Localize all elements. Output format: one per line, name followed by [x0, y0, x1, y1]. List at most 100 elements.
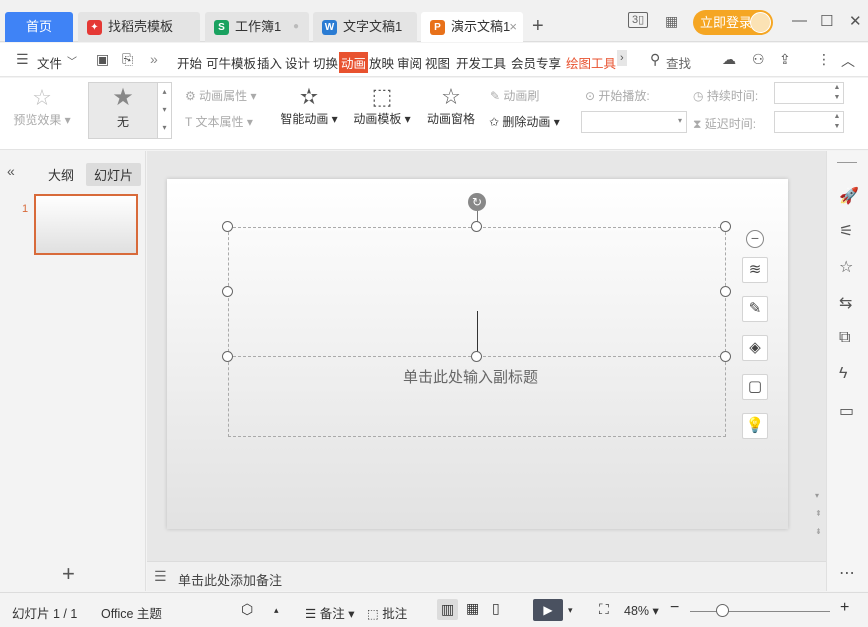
animation-brush-button[interactable]: ✎ 动画刷 — [490, 87, 539, 104]
zoom-slider-thumb[interactable] — [716, 604, 729, 617]
menu-file[interactable]: 文件 — [37, 53, 62, 72]
animation-template-button[interactable]: ⬚ 动画模板 ▾ — [351, 84, 413, 127]
menu-review[interactable]: 审阅 — [397, 53, 422, 72]
preview-effect-button[interactable]: ☆ 预览效果 ▾ — [12, 85, 72, 128]
window-count-icon[interactable]: 3▯ — [628, 12, 649, 28]
tab-outline[interactable]: 大纲 — [40, 163, 82, 186]
notes-toggle-button[interactable]: ☰ 备注 ▾ — [305, 603, 354, 622]
zoom-out-button[interactable]: − — [670, 599, 679, 617]
resize-handle[interactable] — [720, 351, 731, 362]
delete-animation-button[interactable]: ✩ 删除动画 ▾ — [489, 113, 560, 130]
scroll-down-icon[interactable]: ▾ — [815, 491, 819, 500]
hamburger-icon[interactable]: ☰ — [16, 51, 29, 68]
expand-up-icon[interactable]: ▴ — [274, 605, 279, 616]
tab-presentation1[interactable]: P 演示文稿1 × — [421, 12, 523, 42]
play-options-icon[interactable]: ▾ — [568, 605, 573, 616]
normal-view-icon[interactable]: ▥ — [437, 599, 459, 620]
menu-slideshow[interactable]: 放映 — [369, 53, 394, 72]
resize-handle[interactable] — [471, 221, 482, 232]
menu-start[interactable]: 开始 — [177, 53, 202, 72]
search-icon[interactable]: ⚲ — [650, 51, 660, 68]
tab-workbook1[interactable]: S 工作簿1 ● — [205, 12, 309, 42]
cube-icon[interactable]: ⬡ — [241, 601, 253, 618]
more-icon[interactable]: ⋯ — [839, 563, 855, 583]
subtitle-placeholder-text[interactable]: 单击此处输入副标题 — [403, 366, 538, 387]
maximize-icon[interactable]: ☐ — [820, 12, 833, 30]
menu-design[interactable]: 设计 — [285, 53, 310, 72]
save-icon[interactable]: ▣ — [96, 51, 109, 68]
collapse-panel-icon[interactable]: « — [7, 163, 15, 179]
delay-input[interactable]: ▲ ▼ — [774, 111, 844, 133]
menu-transitions[interactable]: 切换 — [313, 53, 338, 72]
minimize-icon[interactable]: — — [792, 12, 807, 29]
flash-icon[interactable]: ϟ — [839, 365, 847, 383]
magic-star-icon[interactable]: ☆ — [839, 257, 853, 277]
login-button[interactable]: 立即登录 — [693, 10, 773, 35]
zoom-in-button[interactable]: + — [840, 599, 849, 617]
more-options-icon[interactable]: ⋮ — [817, 51, 831, 68]
lightbulb-icon[interactable]: 💡 — [742, 413, 768, 439]
duration-spinner[interactable]: ▲ ▼ — [831, 83, 843, 103]
prev-slide-icon[interactable]: ⇞ — [815, 509, 822, 518]
close-tab-icon[interactable]: × — [509, 12, 517, 42]
tab-home[interactable]: 首页 — [5, 12, 73, 42]
menu-scroll-right-icon[interactable]: › — [617, 50, 627, 66]
add-slide-button[interactable]: + — [62, 561, 75, 587]
app-grid-icon[interactable]: ▦ — [665, 13, 678, 30]
menu-view[interactable]: 视图 — [425, 53, 450, 72]
tab-slides[interactable]: 幻灯片 — [86, 163, 142, 186]
animation-gallery[interactable]: ★ 无 — [88, 82, 158, 139]
switch-icon[interactable]: ⇆ — [839, 293, 852, 313]
share-icon[interactable]: ⇪ — [779, 51, 791, 68]
resize-handle[interactable] — [720, 286, 731, 297]
collapse-ribbon-icon[interactable]: ︿ — [841, 51, 855, 71]
notes-bar[interactable]: ☰ 单击此处添加备注 — [147, 561, 826, 591]
resize-handle[interactable] — [471, 351, 482, 362]
search-label[interactable]: 查找 — [666, 53, 691, 72]
notes-placeholder[interactable]: 单击此处添加备注 — [178, 570, 282, 589]
slide[interactable]: 单击此处输入副标题 ↻ − ≋ ✎ ◈ ▢ 💡 — [167, 179, 788, 529]
menu-animation[interactable]: 动画 — [339, 52, 369, 73]
tab-writer-doc1[interactable]: W 文字文稿1 — [313, 12, 417, 42]
menu-drawing-tools[interactable]: 绘图工具 — [566, 53, 616, 72]
pen-icon[interactable]: ✎ — [742, 296, 768, 322]
collapse-toolbar-icon[interactable]: − — [746, 230, 764, 248]
menu-developer[interactable]: 开发工具 — [456, 53, 506, 72]
resize-handle[interactable] — [222, 286, 233, 297]
cloud-sync-icon[interactable]: ☁ — [722, 51, 736, 68]
book-search-icon[interactable]: ▭ — [839, 401, 854, 421]
start-play-select[interactable]: ▾ — [581, 111, 687, 133]
gallery-scroll[interactable]: ▴ ▾ ▾ — [158, 82, 172, 139]
fill-bucket-icon[interactable]: ◈ — [742, 335, 768, 361]
animation-pane-button[interactable]: ☆ 动画窗格 — [424, 84, 478, 127]
zoom-level[interactable]: 48% ▾ — [624, 603, 659, 618]
duration-input[interactable]: ▲ ▼ — [774, 82, 844, 104]
resize-handle[interactable] — [222, 351, 233, 362]
text-properties-button[interactable]: T 文本属性 ▾ — [185, 113, 253, 130]
play-slideshow-button[interactable]: ▶ — [533, 599, 563, 621]
gallery-icon[interactable]: ⧉ — [839, 329, 850, 347]
export-pdf-icon[interactable]: ⎘ — [122, 51, 133, 68]
more-chevron-icon[interactable]: » — [150, 51, 158, 67]
rotate-handle-icon[interactable]: ↻ — [468, 193, 486, 211]
theme-name[interactable]: Office 主题 — [101, 603, 162, 622]
close-window-icon[interactable]: ✕ — [849, 12, 862, 30]
zoom-slider[interactable] — [690, 611, 830, 612]
border-icon[interactable]: ▢ — [742, 374, 768, 400]
adjust-icon[interactable]: ⚟ — [839, 221, 853, 241]
share-user-icon[interactable]: ⚇ — [752, 51, 765, 68]
new-tab-button[interactable]: + — [532, 15, 544, 37]
next-slide-icon[interactable]: ⇟ — [815, 527, 822, 536]
resize-handle[interactable] — [720, 221, 731, 232]
menu-insert[interactable]: 插入 — [257, 53, 282, 72]
menu-member[interactable]: 会员专享 — [511, 53, 561, 72]
fit-window-icon[interactable]: ⛶ — [599, 601, 609, 618]
slide-sorter-icon[interactable]: ▦ — [466, 600, 479, 617]
menu-keniu-templates[interactable]: 可牛模板 — [206, 53, 256, 72]
tab-docer-templates[interactable]: ✦ 找稻壳模板 — [78, 12, 200, 42]
reading-view-icon[interactable]: ▯ — [492, 600, 500, 617]
resize-handle[interactable] — [222, 221, 233, 232]
canvas-scrollbar[interactable]: ▾ ⇞ ⇟ — [815, 161, 822, 536]
animation-properties-button[interactable]: ⚙ 动画属性 ▾ — [185, 87, 256, 104]
comments-button[interactable]: ⬚ 批注 — [367, 603, 407, 622]
